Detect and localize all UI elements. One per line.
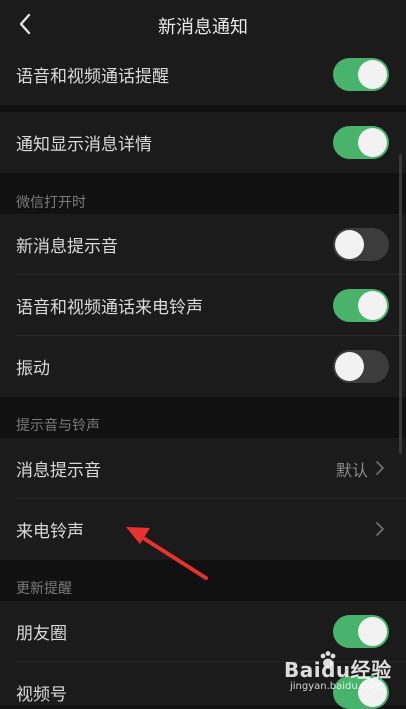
setting-row-show-details: 通知显示消息详情 — [0, 112, 406, 173]
setting-row-vibration: 振动 — [0, 336, 406, 397]
show-details-toggle[interactable] — [333, 126, 389, 159]
setting-label: 振动 — [16, 359, 50, 379]
chevron-right-icon — [376, 522, 384, 536]
setting-label: 语音和视频通话来电铃声 — [16, 298, 203, 318]
baidu-watermark: Baidu经验 jingyan.baidu.com — [284, 648, 394, 698]
moments-toggle[interactable] — [333, 615, 389, 648]
setting-label: 新消息提示音 — [16, 237, 118, 257]
scrollbar[interactable] — [399, 154, 402, 454]
section-header-wechat-open: 微信打开时 — [16, 195, 86, 211]
setting-row-incoming-ringtone[interactable]: 来电铃声 — [0, 499, 406, 560]
chevron-right-icon — [376, 461, 384, 475]
toggle-knob — [335, 230, 364, 259]
setting-row-new-message-sound: 新消息提示音 — [0, 214, 406, 275]
setting-label: 语音和视频通话提醒 — [16, 67, 169, 87]
toggle-knob — [358, 291, 387, 320]
setting-row-voice-video-reminder: 语音和视频通话提醒 — [0, 44, 406, 105]
setting-label: 朋友圈 — [16, 624, 67, 644]
voice-video-reminder-toggle[interactable] — [333, 58, 389, 91]
section-header-tones: 提示音与铃声 — [16, 418, 100, 434]
toggle-knob — [358, 128, 387, 157]
vibration-toggle[interactable] — [333, 350, 389, 383]
voice-video-ringtone-toggle[interactable] — [333, 289, 389, 322]
section-header-updates: 更新提醒 — [16, 581, 72, 597]
setting-row-voice-video-ringtone: 语音和视频通话来电铃声 — [0, 275, 406, 336]
toggle-knob — [358, 617, 387, 646]
setting-label: 通知显示消息详情 — [16, 135, 152, 155]
new-message-sound-toggle[interactable] — [333, 228, 389, 261]
toggle-knob — [358, 60, 387, 89]
message-tone-value: 默认 — [335, 461, 368, 480]
setting-label: 视频号 — [16, 685, 67, 705]
nav-bar: 新消息通知 — [0, 0, 406, 48]
setting-row-message-tone[interactable]: 消息提示音 默认 — [0, 438, 406, 499]
toggle-knob — [335, 352, 364, 381]
watermark-brand: Baidu经验 — [284, 658, 392, 682]
setting-label: 来电铃声 — [16, 522, 84, 542]
setting-label: 消息提示音 — [16, 461, 101, 481]
page-title: 新消息通知 — [158, 17, 248, 38]
watermark-url: jingyan.baidu.com — [290, 681, 383, 692]
